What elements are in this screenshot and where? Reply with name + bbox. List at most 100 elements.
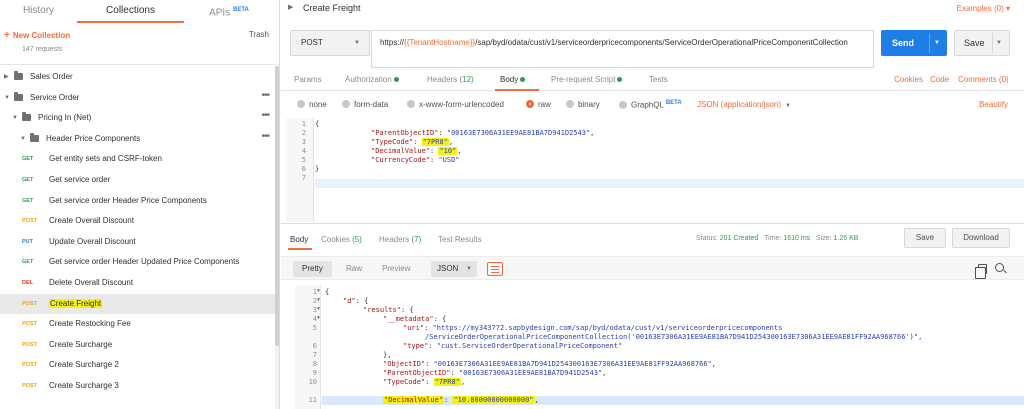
request-tabs: Params Authorization Headers (12) Body P…	[281, 71, 1024, 91]
body-mode-raw[interactable]: raw	[526, 100, 551, 109]
tab-authorization[interactable]: Authorization	[345, 75, 399, 84]
new-collection-label: New Collection	[12, 31, 71, 40]
tab-collections[interactable]: Collections	[77, 0, 184, 23]
collection-folder[interactable]: ▼ Service Order •••	[0, 88, 275, 108]
json-value: "00163E7306A31EE9AE81BA7D941D254300163E7…	[433, 360, 712, 368]
line-number: 2	[312, 297, 317, 305]
response-tab-headers[interactable]: Headers (7)	[379, 235, 421, 244]
body-mode-urlencoded[interactable]: x-www-form-urlencoded	[407, 100, 504, 109]
cookies-link[interactable]: Cookies	[894, 75, 923, 84]
request-item[interactable]: GET Get service order	[0, 170, 275, 190]
body-mode-form-data-label: form-data	[354, 100, 389, 109]
content-type-dropdown[interactable]: JSON (application/json) ▼	[697, 100, 791, 109]
fold-toggle-icon[interactable]: ▼	[317, 288, 320, 294]
tab-history-label: History	[22, 5, 55, 16]
collection-folder[interactable]: ▶ Sales Order	[0, 67, 275, 87]
send-button[interactable]: Send ▼	[881, 30, 947, 56]
caret-down-icon[interactable]: ▼	[20, 129, 26, 149]
examples-dropdown[interactable]: Examples (0) ▾	[957, 4, 1010, 13]
size-label: Size:	[816, 235, 832, 242]
response-tab-cookies[interactable]: Cookies (5)	[321, 235, 362, 244]
save-button[interactable]: Save ▼	[954, 30, 1010, 56]
tab-headers[interactable]: Headers (12)	[427, 75, 474, 84]
url-input[interactable]: https://{{TenantHostname}}/sap/byd/odata…	[371, 30, 874, 68]
caret-down-icon[interactable]: ▼	[12, 108, 18, 128]
caret-down-icon[interactable]: ▼	[4, 88, 10, 108]
request-item[interactable]: POST Create Surcharge 2	[0, 355, 275, 375]
panel-divider[interactable]	[281, 223, 1024, 224]
request-item[interactable]: GET Get entity sets and CSRF-token	[0, 149, 275, 169]
code-link[interactable]: Code	[930, 75, 949, 84]
request-item[interactable]: POST Create Overall Discount	[0, 211, 275, 231]
fold-toggle-icon[interactable]: ▼	[317, 315, 320, 321]
trash-button[interactable]: Trash	[249, 30, 269, 39]
view-pretty-button[interactable]: Pretty	[293, 261, 332, 277]
body-mode-graphql[interactable]: GraphQL BETA	[619, 100, 682, 110]
sidebar-scrollbar-thumb[interactable]	[275, 66, 279, 346]
fold-toggle-icon[interactable]: ▼	[317, 306, 320, 312]
request-item[interactable]: POST Create Freight	[0, 293, 275, 314]
request-name: Create Surcharge 3	[49, 381, 119, 390]
tab-apis-label: APIs	[209, 7, 231, 19]
tab-apis[interactable]: APIs BETA	[184, 0, 274, 23]
beautify-link[interactable]: Beautify	[979, 100, 1008, 109]
headers-count: (7)	[411, 235, 422, 244]
http-method-badge: POST	[22, 218, 37, 225]
body-mode-none[interactable]: none	[297, 100, 327, 109]
json-key: "ParentObjectID"	[383, 369, 451, 377]
view-raw-button[interactable]: Raw	[337, 261, 371, 277]
response-body-viewer[interactable]: 1 2 3 4 5 6 7 8 9 10 11 ▼ ▼ ▼ ▼ { "d": {…	[295, 285, 1024, 409]
folder-name: Sales Order	[30, 72, 73, 81]
comments-link[interactable]: Comments (0)	[958, 75, 1009, 84]
request-item[interactable]: PUT Update Overall Discount	[0, 232, 275, 252]
collection-folder[interactable]: ▼ Pricing In (Net) •••	[0, 108, 275, 128]
sidebar-divider	[0, 64, 275, 65]
request-body-editor[interactable]: 1 2 3 4 5 6 7 { "ParentObjectID": "00163…	[286, 118, 1024, 222]
request-item[interactable]: POST Create Surcharge	[0, 335, 275, 355]
caret-right-icon[interactable]: ▶	[288, 3, 293, 11]
search-icon[interactable]	[995, 263, 1004, 272]
method-select[interactable]: POST ▼	[290, 30, 370, 56]
response-format-select[interactable]: JSON ▼	[431, 261, 477, 277]
json-key: "type"	[403, 342, 429, 350]
more-options-icon[interactable]: •••	[261, 127, 269, 147]
request-panel: ▶ Create Freight Examples (0) ▾ POST ▼ ht…	[281, 0, 1024, 409]
request-item[interactable]: POST Create Restocking Fee	[0, 314, 275, 334]
more-options-icon[interactable]: •••	[261, 106, 269, 126]
code-line: "TypeCode": "7PR8",	[383, 378, 466, 386]
new-collection-button[interactable]: + New Collection	[4, 30, 70, 41]
tab-params[interactable]: Params	[294, 75, 322, 84]
code-line: "type": "cust.ServiceOrderOperationalPri…	[403, 342, 623, 350]
view-preview-button[interactable]: Preview	[373, 261, 419, 277]
body-mode-form-data[interactable]: form-data	[342, 100, 388, 109]
chevron-down-icon: ▾	[1005, 4, 1010, 13]
response-tab-test-results[interactable]: Test Results	[438, 235, 482, 244]
request-title[interactable]: Create Freight	[303, 3, 361, 13]
response-tab-cookies-label: Cookies	[321, 235, 350, 244]
json-value: "https://my343772.sapbydesign.com/sap/by…	[432, 324, 783, 332]
tab-prerequest-script[interactable]: Pre-request Script	[551, 75, 623, 84]
chevron-down-icon[interactable]: ▼	[996, 31, 1002, 55]
caret-right-icon[interactable]: ▶	[4, 67, 9, 87]
save-response-button[interactable]: Save	[904, 228, 946, 248]
request-item[interactable]: GET Get service order Header Price Compon…	[0, 191, 275, 211]
response-tab-body[interactable]: Body	[290, 235, 308, 244]
collection-folder[interactable]: ▼ Header Price Components •••	[0, 129, 275, 149]
json-value: "cust.ServiceOrderOperationalPriceCompon…	[436, 342, 623, 350]
download-response-button[interactable]: Download	[952, 228, 1010, 248]
fold-toggle-icon[interactable]: ▼	[317, 297, 320, 303]
copy-icon[interactable]	[975, 264, 987, 279]
chevron-down-icon[interactable]: ▼	[934, 30, 940, 56]
body-mode-binary[interactable]: binary	[566, 100, 600, 109]
wrap-lines-icon[interactable]	[487, 262, 503, 276]
more-options-icon[interactable]: •••	[261, 86, 269, 106]
tab-tests[interactable]: Tests	[649, 75, 668, 84]
request-item[interactable]: DEL Delete Overall Discount	[0, 273, 275, 293]
folder-name: Pricing In (Net)	[38, 113, 92, 123]
tab-collections-label: Collections	[106, 5, 155, 16]
tab-history[interactable]: History	[0, 0, 77, 23]
tab-body[interactable]: Body	[500, 75, 526, 84]
request-item[interactable]: GET Get service order Header Updated Pric…	[0, 252, 275, 272]
code-line: "CurrencyCode": "USD"	[371, 156, 460, 164]
request-item[interactable]: POST Create Surcharge 3	[0, 376, 275, 396]
